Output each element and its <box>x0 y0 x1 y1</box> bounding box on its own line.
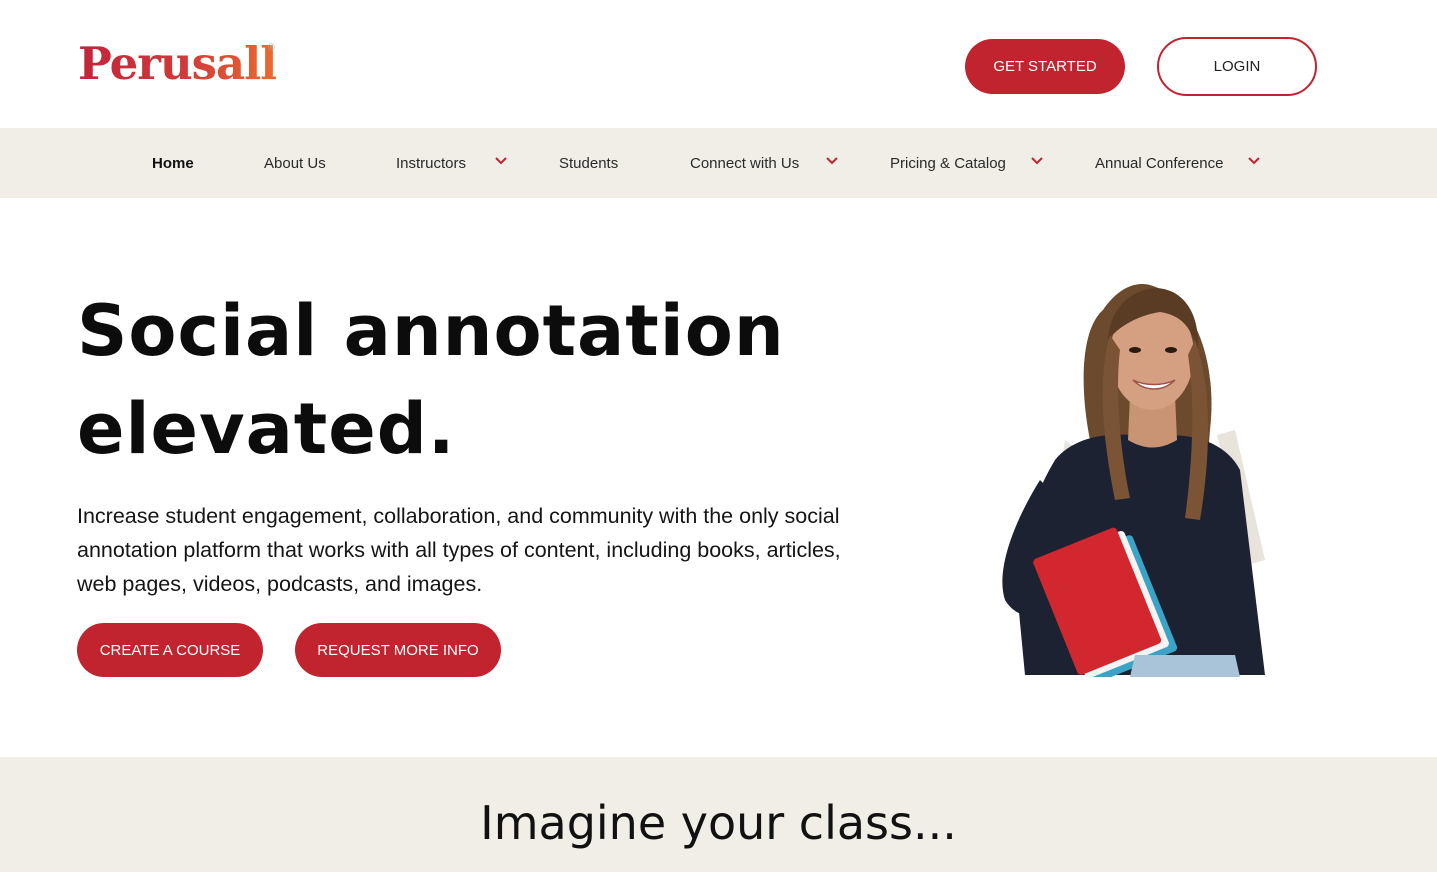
chevron-down-icon[interactable] <box>1247 154 1261 168</box>
hero-title-line-1: Social annotation <box>77 290 785 372</box>
site-header: Perusall ® GET STARTED LOGIN <box>0 0 1437 128</box>
nav-item-pricing-catalog[interactable]: Pricing & Catalog <box>890 128 1006 198</box>
student-photo <box>985 270 1285 677</box>
main-nav: Home About Us Instructors Students Conne… <box>0 128 1437 198</box>
hero-title-line-2: elevated. <box>77 388 456 470</box>
perusall-logo[interactable]: Perusall <box>78 34 277 94</box>
chevron-down-icon[interactable] <box>494 154 508 168</box>
request-more-info-button[interactable]: REQUEST MORE INFO <box>295 623 501 677</box>
nav-item-annual-conference[interactable]: Annual Conference <box>1095 128 1223 198</box>
create-course-button[interactable]: CREATE A COURSE <box>77 623 263 677</box>
login-button[interactable]: LOGIN <box>1157 37 1317 96</box>
chevron-down-icon[interactable] <box>825 154 839 168</box>
nav-item-students[interactable]: Students <box>559 128 618 198</box>
imagine-title: Imagine your class... <box>480 796 957 850</box>
imagine-section: Imagine your class... <box>0 757 1437 872</box>
nav-item-instructors[interactable]: Instructors <box>396 128 466 198</box>
hero-subtitle: Increase student engagement, collaborati… <box>77 504 841 596</box>
nav-item-connect-with-us[interactable]: Connect with Us <box>690 128 799 198</box>
get-started-button[interactable]: GET STARTED <box>965 39 1125 94</box>
hero-title: Social annotation elevated. <box>77 282 877 478</box>
chevron-down-icon[interactable] <box>1030 154 1044 168</box>
registered-mark: ® <box>268 42 275 52</box>
nav-item-home[interactable]: Home <box>152 128 194 198</box>
nav-item-about-us[interactable]: About Us <box>264 128 326 198</box>
